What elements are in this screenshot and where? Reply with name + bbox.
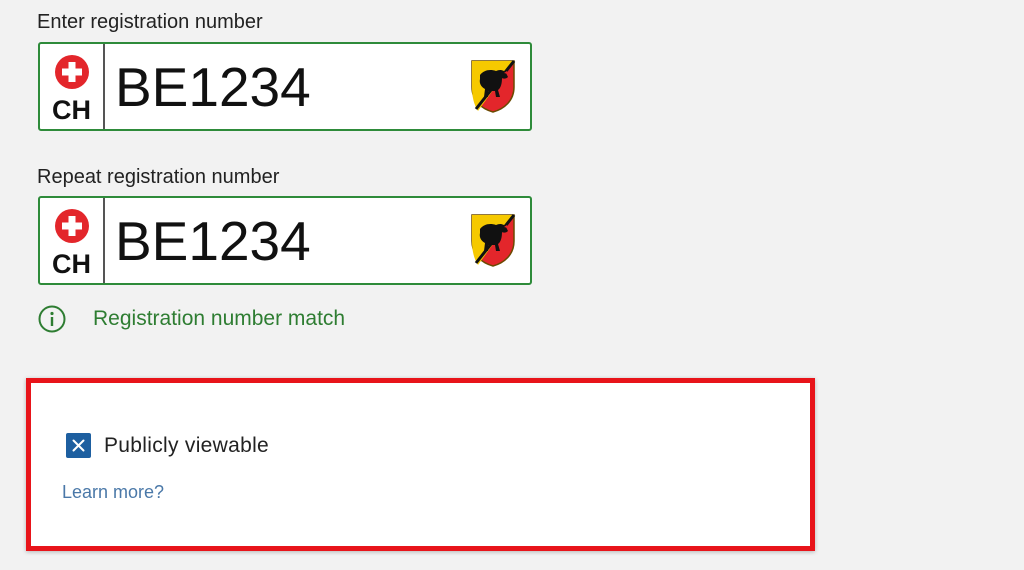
visibility-section: Publicly viewable Learn more? xyxy=(26,378,815,551)
publicly-viewable-label[interactable]: Publicly viewable xyxy=(104,434,269,458)
registration-number-input[interactable] xyxy=(115,54,455,120)
country-code: CH xyxy=(52,249,91,279)
registration-page: Enter registration number CH Repeat regi… xyxy=(0,0,1024,570)
bern-coat-of-arms-icon xyxy=(471,60,516,113)
learn-more-link[interactable]: Learn more? xyxy=(62,481,164,503)
repeat-registration-plate-field[interactable]: CH xyxy=(38,196,532,285)
info-circle-icon xyxy=(38,305,66,333)
plate-country-section: CH xyxy=(40,44,105,129)
country-code: CH xyxy=(52,95,91,125)
repeat-registration-label: Repeat registration number xyxy=(37,166,280,188)
checkbox-x-icon xyxy=(72,439,85,452)
bern-coat-of-arms-icon xyxy=(471,214,516,267)
plate-country-section: CH xyxy=(40,198,105,283)
swiss-cross-icon xyxy=(55,209,89,243)
swiss-cross-icon xyxy=(55,55,89,89)
match-message-text: Registration number match xyxy=(93,307,346,330)
repeat-registration-number-input[interactable] xyxy=(115,208,455,274)
enter-registration-label: Enter registration number xyxy=(37,11,263,33)
publicly-viewable-checkbox[interactable] xyxy=(66,433,91,458)
registration-plate-field[interactable]: CH xyxy=(38,42,532,131)
